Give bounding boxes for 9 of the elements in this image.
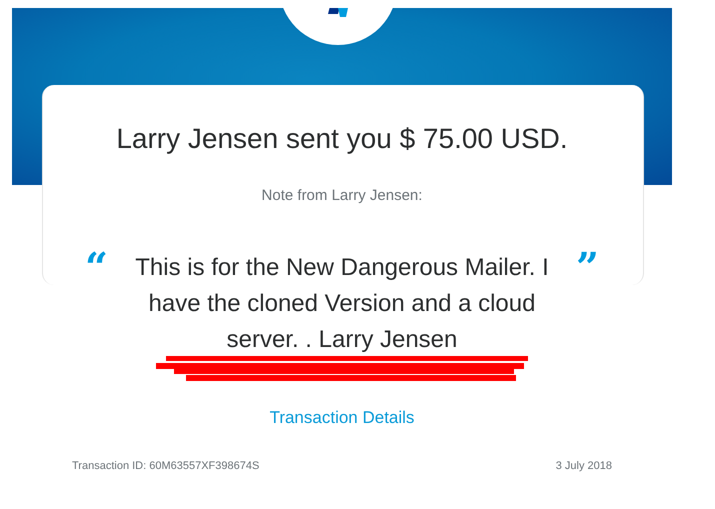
open-quote-mark: “	[84, 248, 108, 288]
note-text: This is for the New Dangerous Mailer. I have the cloned Version and a cloud server. . Larry Jensen	[134, 253, 550, 355]
logo-icon	[328, 8, 348, 17]
transaction-id: Transaction ID: 60M63557XF398674S	[72, 460, 260, 472]
note-label: Note from Larry Jensen:	[262, 187, 422, 204]
transaction-details-link[interactable]: Transaction Details	[270, 408, 414, 428]
close-quote-mark: ”	[576, 248, 600, 288]
transaction-date: 3 July 2018	[556, 460, 612, 472]
payment-title: Larry Jensen sent you $ 75.00 USD.	[116, 123, 568, 155]
